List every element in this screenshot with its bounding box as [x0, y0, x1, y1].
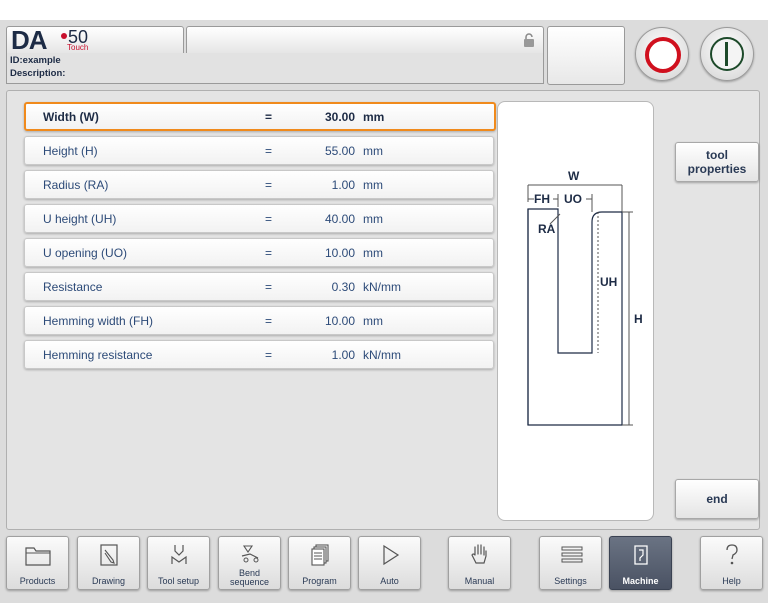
title-bar — [186, 26, 544, 54]
param-unit: mm — [363, 212, 383, 226]
nav-label: Drawing — [91, 576, 125, 586]
param-unit: mm — [363, 144, 383, 158]
tool-setup-icon — [171, 545, 187, 564]
param-row-resistance[interactable]: Resistance = 0.30 kN/mm — [24, 272, 494, 301]
param-equals: = — [265, 314, 273, 328]
nav-label: Auto — [380, 576, 399, 586]
nav-tool-setup[interactable]: Tool setup — [147, 536, 210, 590]
dim-label-w: W — [568, 169, 580, 183]
nav-label: Help — [722, 576, 741, 586]
param-unit: mm — [363, 178, 383, 192]
param-unit: kN/mm — [363, 280, 401, 294]
param-row-height[interactable]: Height (H) = 55.00 mm — [24, 136, 494, 165]
stop-icon — [645, 37, 681, 73]
start-button[interactable] — [700, 27, 754, 81]
nav-label: Machine — [622, 576, 659, 586]
param-label: U height (UH) — [43, 212, 117, 226]
nav-label: Tool setup — [157, 576, 200, 586]
param-row-hemming-resistance[interactable]: Hemming resistance = 1.00 kN/mm — [24, 340, 494, 369]
param-row-radius[interactable]: Radius (RA) = 1.00 mm — [24, 170, 494, 199]
logo-dot — [61, 33, 67, 39]
program-description: Description: — [10, 68, 66, 79]
dim-label-uo: UO — [564, 192, 582, 206]
param-equals: = — [265, 348, 273, 362]
param-label: Width (W) — [43, 110, 99, 124]
nav-label: Program — [302, 576, 337, 586]
param-value: 30.00 — [324, 110, 355, 124]
param-label: U opening (UO) — [43, 246, 128, 260]
nav-drawing[interactable]: Drawing — [77, 536, 140, 590]
nav-auto[interactable]: Auto — [358, 536, 421, 590]
param-row-u-opening[interactable]: U opening (UO) = 10.00 mm — [24, 238, 494, 267]
end-button[interactable]: end — [675, 479, 759, 519]
param-unit: kN/mm — [363, 348, 401, 362]
settings-list-icon — [561, 546, 583, 563]
brand-logo: DA — [11, 25, 48, 55]
stop-button[interactable] — [635, 27, 689, 81]
param-equals: = — [265, 246, 273, 260]
tool-properties-button[interactable]: tool properties — [675, 142, 759, 182]
tool-shape-diagram: W FH UO RA UH H — [527, 169, 643, 426]
param-equals: = — [265, 178, 273, 192]
param-label: Hemming width (FH) — [43, 314, 154, 328]
nav-products[interactable]: Products — [6, 536, 69, 590]
program-id: ID:example — [10, 55, 61, 66]
nav-manual[interactable]: Manual — [448, 536, 511, 590]
tool-parameters-panel: Width (W) = 30.00 mm Height (H) = 55.00 … — [6, 90, 760, 530]
param-value: 40.00 — [324, 212, 355, 226]
param-value: 55.00 — [324, 144, 355, 158]
param-unit: mm — [363, 246, 383, 260]
param-value: 1.00 — [331, 348, 355, 362]
param-value: 10.00 — [324, 314, 355, 328]
machine-icon — [634, 545, 648, 565]
tool-drawing: W FH UO RA UH H — [497, 101, 654, 521]
hand-icon — [471, 544, 487, 564]
param-unit: mm — [363, 314, 383, 328]
play-icon — [383, 544, 400, 566]
param-equals: = — [265, 280, 273, 294]
dim-label-fh: FH — [534, 192, 550, 206]
pencil-icon — [100, 544, 118, 566]
nav-label: Bend sequence — [229, 568, 270, 587]
nav-bend-sequence[interactable]: Bend sequence — [218, 536, 281, 590]
param-row-u-height[interactable]: U height (UH) = 40.00 mm — [24, 204, 494, 233]
program-info: ID:example Description: — [6, 53, 544, 84]
bend-sequence-icon — [241, 545, 259, 563]
help-icon — [726, 544, 738, 565]
nav-label: Products — [19, 576, 56, 586]
dim-label-ra: RA — [538, 222, 556, 236]
param-label: Radius (RA) — [43, 178, 109, 192]
folder-icon — [25, 547, 51, 566]
start-bar-icon — [725, 42, 728, 66]
logo-area: DA 50 Touch — [6, 25, 184, 55]
param-equals: = — [265, 144, 273, 158]
status-box — [547, 26, 625, 85]
edition-label: Touch — [67, 43, 89, 52]
app-window: DA 50 Touch ID:example Description: Widt… — [0, 20, 768, 603]
param-label: Hemming resistance — [43, 348, 153, 362]
nav-settings[interactable]: Settings — [539, 536, 602, 590]
param-row-width[interactable]: Width (W) = 30.00 mm — [24, 102, 496, 131]
param-equals: = — [265, 212, 273, 226]
nav-help[interactable]: Help — [700, 536, 763, 590]
dim-label-uh: UH — [600, 275, 617, 289]
param-unit: mm — [363, 110, 385, 124]
nav-machine[interactable]: Machine — [609, 536, 672, 590]
program-icon — [311, 544, 329, 566]
param-row-hemming-width[interactable]: Hemming width (FH) = 10.00 mm — [24, 306, 494, 335]
param-label: Height (H) — [43, 144, 98, 158]
dim-label-h: H — [634, 312, 643, 326]
param-equals: = — [265, 110, 273, 124]
param-value: 10.00 — [324, 246, 355, 260]
nav-label: Settings — [554, 576, 587, 586]
param-label: Resistance — [43, 280, 103, 294]
param-value: 1.00 — [331, 178, 355, 192]
param-value: 0.30 — [331, 280, 355, 294]
nav-label: Manual — [464, 576, 495, 586]
unlock-icon[interactable] — [523, 33, 535, 47]
nav-program[interactable]: Program — [288, 536, 351, 590]
